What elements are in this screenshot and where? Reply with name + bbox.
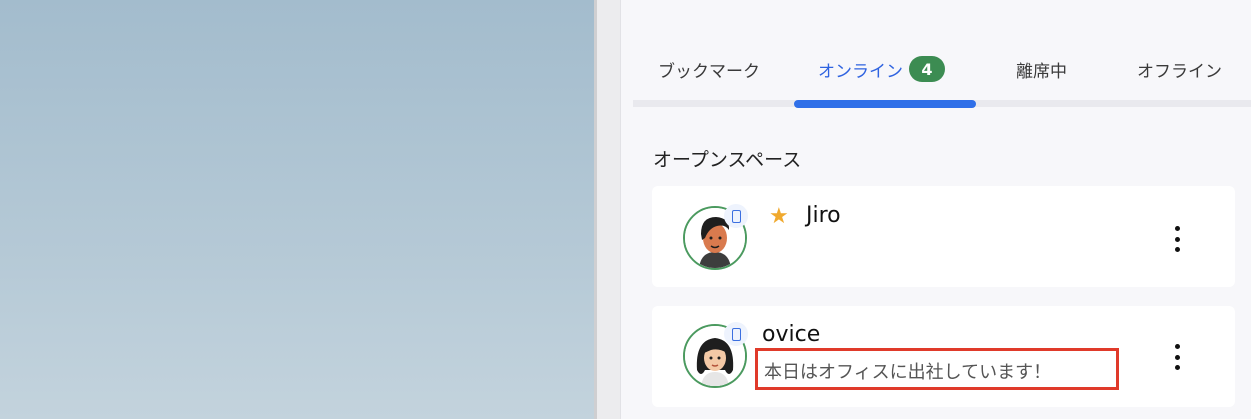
tab-label: オンライン [818,61,903,82]
tab-label: ブックマーク [658,61,760,82]
active-tab-indicator [794,100,976,108]
user-name: ovice [762,322,821,347]
member-tabs: ブックマーク オンライン 4 離席中 オフライン [633,52,1251,108]
status-message-highlight: 本日はオフィスに出社しています！ [755,348,1119,390]
tab-label: 離席中 [1016,61,1067,82]
mobile-device-icon [724,204,748,228]
tab-label: オフライン [1137,61,1222,82]
tab-bookmarks[interactable]: ブックマーク [658,52,760,86]
panel-resize-handle[interactable] [594,0,620,419]
mobile-device-icon [724,322,748,346]
workspace-canvas[interactable] [0,0,594,419]
user-card[interactable]: ovice 本日はオフィスに出社しています！ [652,306,1235,407]
user-card[interactable]: ★ Jiro [652,186,1235,287]
tab-offline[interactable]: オフライン [1137,52,1222,86]
more-options-icon[interactable] [1172,226,1182,252]
user-name: Jiro [806,203,841,228]
tab-away[interactable]: 離席中 [1016,52,1067,86]
bookmark-star-icon[interactable]: ★ [769,206,789,228]
section-title: オープンスペース [653,149,802,171]
online-count-badge: 4 [909,56,945,82]
member-panel: ブックマーク オンライン 4 離席中 オフライン オープンスペース ★ Jiro… [620,0,1251,419]
status-message: 本日はオフィスに出社しています！ [764,362,1052,383]
tab-online[interactable]: オンライン 4 [818,52,945,86]
more-options-icon[interactable] [1172,344,1182,370]
